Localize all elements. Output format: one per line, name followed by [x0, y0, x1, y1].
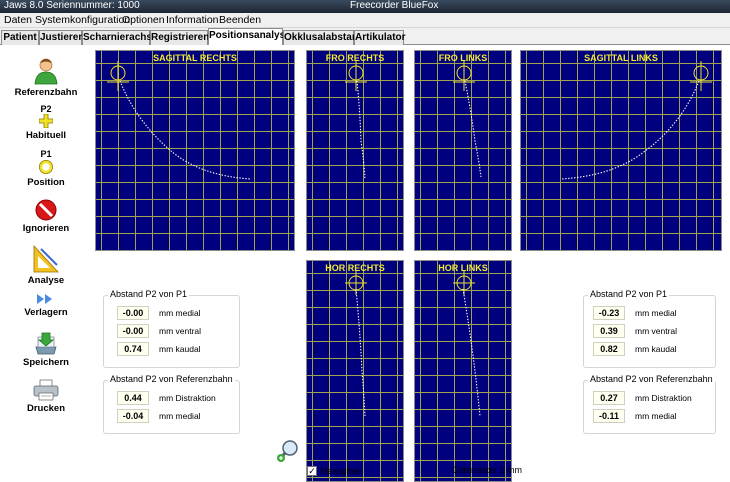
left-ref-medial-value: -0.04	[117, 409, 149, 423]
menu-bar: Daten Systemkonfiguration Optionen Infor…	[0, 13, 730, 28]
messgitter-checkbox[interactable]: ✓	[307, 466, 317, 476]
tab-okklusalabstand[interactable]: Okklusalabstand	[283, 30, 364, 45]
position-button[interactable]: P1 Position	[8, 149, 84, 189]
right-p2-p1-title: Abstand P2 von P1	[588, 289, 670, 299]
hor-links-trace	[453, 271, 481, 417]
yellow-ring-icon	[39, 160, 53, 174]
verlagern-button[interactable]: Verlagern	[8, 293, 84, 318]
referenzbahn-button[interactable]: Referenzbahn	[8, 57, 84, 98]
tab-registrieren[interactable]: Registrieren	[150, 30, 209, 45]
fro-rechts-panel[interactable]: FRO RECHTS	[306, 50, 404, 251]
person-icon	[34, 58, 58, 85]
referenzbahn-label: Referenzbahn	[14, 87, 78, 98]
yellow-plus-icon	[39, 114, 53, 128]
left-distraktion-unit: mm Distraktion	[159, 393, 216, 403]
save-icon	[35, 332, 57, 355]
fro-links-panel[interactable]: FRO LINKS	[414, 50, 512, 251]
right-ref-medial-value: -0.11	[593, 409, 625, 423]
right-ref-medial-unit: mm medial	[635, 411, 677, 421]
right-referenzbahn-group: Abstand P2 von Referenzbahn 0.27 mm Dist…	[583, 374, 716, 434]
analyse-button[interactable]: Analyse	[8, 245, 84, 286]
hor-rechts-panel[interactable]: HOR RECHTS	[306, 260, 404, 482]
right-ref-title: Abstand P2 von Referenzbahn	[588, 374, 715, 384]
ignorieren-label: Ignorieren	[22, 223, 70, 234]
position-label: Position	[27, 177, 65, 188]
double-arrow-right-icon	[37, 294, 52, 304]
fro-links-trace	[453, 61, 482, 178]
habituell-button[interactable]: P2 Habituell	[8, 104, 84, 142]
zoom-icon[interactable]	[276, 439, 300, 463]
left-kaudal-value: 0.74	[117, 342, 149, 356]
fro-rechts-trace	[345, 61, 367, 180]
left-medial-unit: mm medial	[159, 308, 201, 318]
left-ventral-value: -0.00	[117, 324, 149, 338]
menu-systemkonfiguration[interactable]: Systemkonfiguration	[35, 14, 130, 26]
hor-rechts-trace	[345, 271, 367, 417]
positionsanalyse-page: Referenzbahn P2 Habituell P1 Position Ig…	[0, 45, 730, 482]
hor-links-panel[interactable]: HOR LINKS	[414, 260, 512, 482]
drucken-label: Drucken	[26, 403, 65, 414]
right-kaudal-value: 0.82	[593, 342, 625, 356]
right-kaudal-unit: mm kaudal	[635, 344, 677, 354]
right-p2-p1-group: Abstand P2 von P1 -0.23 mm medial 0.39 m…	[583, 289, 716, 368]
habituell-p2-label: P2	[40, 104, 52, 114]
tab-artikulator[interactable]: Artikulator	[354, 30, 406, 45]
speichern-button[interactable]: Speichern	[8, 331, 84, 368]
messgitter-label: Messgitter	[320, 466, 362, 476]
left-ref-medial-unit: mm medial	[159, 411, 201, 421]
verlagern-label: Verlagern	[24, 307, 68, 318]
left-ventral-unit: mm ventral	[159, 326, 202, 336]
left-distraktion-value: 0.44	[117, 391, 149, 405]
window-subtitle: Freecorder BlueFox	[350, 0, 439, 11]
sagittal-links-panel[interactable]: SAGITTAL LINKS	[520, 50, 722, 251]
left-referenzbahn-group: Abstand P2 von Referenzbahn 0.44 mm Dist…	[103, 374, 240, 434]
tab-patient[interactable]: Patient	[1, 30, 39, 45]
right-medial-value: -0.23	[593, 306, 625, 320]
left-p2-p1-group: Abstand P2 von P1 -0.00 mm medial -0.00 …	[103, 289, 240, 368]
no-entry-icon	[35, 199, 57, 221]
menu-optionen[interactable]: Optionen	[122, 14, 165, 26]
habituell-label: Habituell	[25, 130, 67, 141]
position-p1-label: P1	[40, 149, 52, 159]
right-ventral-unit: mm ventral	[635, 326, 678, 336]
gitterraster-label: Gitterraster 1 mm	[452, 465, 523, 475]
menu-information[interactable]: Information	[166, 14, 219, 26]
left-ref-title: Abstand P2 von Referenzbahn	[108, 374, 235, 384]
right-distraktion-value: 0.27	[593, 391, 625, 405]
right-distraktion-unit: mm Distraktion	[635, 393, 692, 403]
tab-scharnierachse[interactable]: Scharnierachse	[82, 30, 158, 45]
window-title: Jaws 8.0 Seriennummer: 1000	[4, 0, 140, 11]
ignorieren-button[interactable]: Ignorieren	[8, 199, 84, 234]
menu-beenden[interactable]: Beenden	[219, 14, 261, 26]
set-square-icon	[33, 245, 59, 273]
left-p2-p1-title: Abstand P2 von P1	[108, 289, 190, 299]
tab-positionsanalyse[interactable]: Positionsanalyse	[208, 28, 291, 46]
drucken-button[interactable]: Drucken	[8, 379, 84, 414]
sagittal-rechts-trace	[107, 61, 252, 180]
tab-bar: Patient Justieren Scharnierachse Registr…	[0, 28, 730, 46]
speichern-label: Speichern	[23, 357, 69, 368]
left-kaudal-unit: mm kaudal	[159, 344, 201, 354]
printer-icon	[33, 379, 59, 401]
tab-justieren[interactable]: Justieren	[39, 30, 84, 45]
right-ventral-value: 0.39	[593, 324, 625, 338]
analyse-label: Analyse	[27, 275, 65, 286]
sagittal-links-trace	[560, 61, 712, 180]
sagittal-rechts-panel[interactable]: SAGITTAL RECHTS	[95, 50, 295, 251]
title-bar: Jaws 8.0 Seriennummer: 1000 Freecorder B…	[0, 0, 730, 13]
right-medial-unit: mm medial	[635, 308, 677, 318]
menu-daten[interactable]: Daten	[4, 14, 32, 26]
left-medial-value: -0.00	[117, 306, 149, 320]
